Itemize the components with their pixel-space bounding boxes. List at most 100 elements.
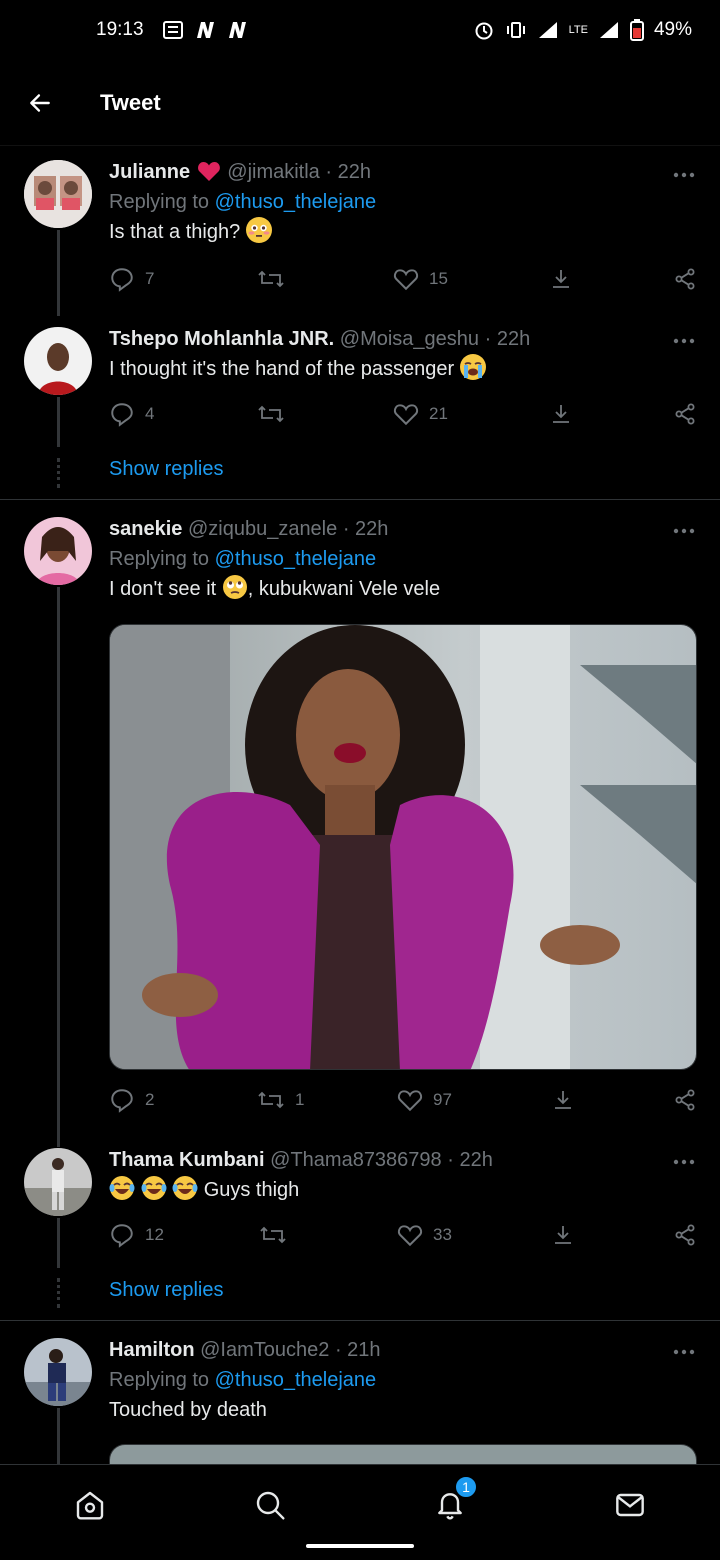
battery-level: 49% xyxy=(653,19,692,40)
nav-search[interactable] xyxy=(248,1483,292,1527)
tweet-text: Guys thigh xyxy=(109,1175,696,1205)
nav-messages[interactable] xyxy=(608,1483,652,1527)
share-button[interactable] xyxy=(673,1087,697,1113)
notification-n-icon xyxy=(228,22,246,38)
reply-mention-link[interactable]: @thuso_thelejane xyxy=(215,1369,377,1391)
notification-n-icon xyxy=(196,22,214,38)
back-button[interactable] xyxy=(0,60,80,146)
tweet-text: Touched by death xyxy=(109,1399,267,1421)
display-name[interactable]: Julianne xyxy=(109,161,190,183)
share-icon xyxy=(675,1224,695,1246)
retweet-button[interactable] xyxy=(257,266,295,292)
thread-line xyxy=(57,397,60,447)
download-button[interactable] xyxy=(551,1222,575,1248)
reply-count: 4 xyxy=(145,404,155,423)
reply-count: 7 xyxy=(145,269,155,288)
more-options-icon[interactable] xyxy=(672,1348,696,1356)
heart-outline-icon xyxy=(393,269,419,291)
tweet-actions: 12 33 xyxy=(109,1222,699,1252)
display-name[interactable]: Tshepo Mohlanhla JNR. xyxy=(109,328,334,350)
handle: @jimakitla xyxy=(227,161,320,183)
reply-button[interactable]: 2 xyxy=(109,1087,154,1113)
share-button[interactable] xyxy=(673,266,697,292)
download-button[interactable] xyxy=(549,401,573,427)
show-replies-link[interactable]: Show replies xyxy=(109,1279,224,1302)
like-button[interactable]: 33 xyxy=(397,1222,452,1248)
retweet-button[interactable]: 1 xyxy=(257,1087,304,1113)
more-options-icon[interactable] xyxy=(672,171,696,179)
page-title: Tweet xyxy=(100,89,161,115)
share-button[interactable] xyxy=(673,1222,697,1248)
reply-mention-link[interactable]: @thuso_thelejane xyxy=(215,548,377,570)
reply-button[interactable]: 7 xyxy=(109,266,154,292)
timestamp: · 21h xyxy=(334,1339,381,1361)
thread-line xyxy=(57,587,60,1147)
signal-icon xyxy=(538,22,557,38)
thread-line xyxy=(57,1408,60,1464)
home-icon xyxy=(76,1491,104,1520)
retweet-button[interactable] xyxy=(257,401,295,427)
alarm-icon xyxy=(475,22,493,40)
home-indicator[interactable] xyxy=(306,1544,414,1548)
retweet-count: 1 xyxy=(295,1090,305,1109)
retweet-icon xyxy=(258,270,284,288)
timestamp: · 22h xyxy=(342,518,389,540)
more-options-icon[interactable] xyxy=(672,337,696,345)
reply-icon xyxy=(111,403,133,427)
retweet-button[interactable] xyxy=(259,1222,297,1248)
download-button[interactable] xyxy=(551,1087,575,1113)
show-replies-link[interactable]: Show replies xyxy=(109,458,224,481)
nav-home[interactable] xyxy=(68,1483,112,1527)
tweet-media-image[interactable] xyxy=(109,624,697,1070)
share-icon xyxy=(675,268,695,290)
tweet-text: Is that a thigh? xyxy=(109,217,696,247)
more-options-icon[interactable] xyxy=(672,1158,696,1166)
avatar[interactable] xyxy=(24,1148,92,1216)
avatar[interactable] xyxy=(24,327,92,395)
reply-button[interactable]: 4 xyxy=(109,401,154,427)
like-count: 97 xyxy=(433,1090,452,1109)
handle: @Moisa_geshu xyxy=(339,328,480,350)
avatar[interactable] xyxy=(24,160,92,228)
download-icon xyxy=(553,405,569,423)
handle: @Thama87386798 xyxy=(270,1149,442,1171)
replying-to: Replying to @thuso_thelejane xyxy=(109,191,377,213)
download-icon xyxy=(555,1226,571,1244)
handle: @IamTouche2 xyxy=(200,1339,330,1361)
face-with-rolling-eyes-emoji xyxy=(222,574,248,600)
reply-icon xyxy=(111,1089,133,1113)
reply-button[interactable]: 12 xyxy=(109,1222,164,1248)
more-options-icon[interactable] xyxy=(672,527,696,535)
display-name[interactable]: Hamilton xyxy=(109,1339,195,1361)
avatar[interactable] xyxy=(24,517,92,585)
red-heart-icon xyxy=(197,162,220,181)
signal-icon xyxy=(599,22,618,38)
download-icon xyxy=(555,1091,571,1109)
like-count: 15 xyxy=(429,269,448,288)
tears-of-joy-emoji xyxy=(141,1175,167,1201)
nav-notifications[interactable]: 1 xyxy=(428,1475,478,1527)
tweet-text: I don't see it , kubukwani Vele vele xyxy=(109,574,696,604)
reply-mention-link[interactable]: @thuso_thelejane xyxy=(215,191,377,213)
download-button[interactable] xyxy=(549,266,573,292)
display-name[interactable]: Thama Kumbani xyxy=(109,1149,265,1171)
share-icon xyxy=(675,403,695,425)
search-icon xyxy=(256,1491,285,1520)
tweet-media-image[interactable] xyxy=(109,1444,697,1464)
battery-icon xyxy=(629,19,644,41)
display-name[interactable]: sanekie xyxy=(109,518,182,540)
like-button[interactable]: 15 xyxy=(393,266,448,292)
heart-outline-icon xyxy=(397,1090,423,1112)
tweet-actions: 4 21 xyxy=(109,401,699,431)
reply-icon xyxy=(111,1224,133,1248)
like-button[interactable]: 21 xyxy=(393,401,448,427)
thread-dots xyxy=(57,1278,60,1308)
share-button[interactable] xyxy=(673,401,697,427)
divider xyxy=(0,1320,720,1321)
avatar[interactable] xyxy=(24,1338,92,1406)
tweet-actions: 2 1 97 xyxy=(109,1087,699,1117)
reply-icon xyxy=(111,268,133,292)
tweet-actions: 7 15 xyxy=(109,266,699,296)
flushed-face-emoji xyxy=(245,217,272,243)
like-button[interactable]: 97 xyxy=(397,1087,452,1113)
